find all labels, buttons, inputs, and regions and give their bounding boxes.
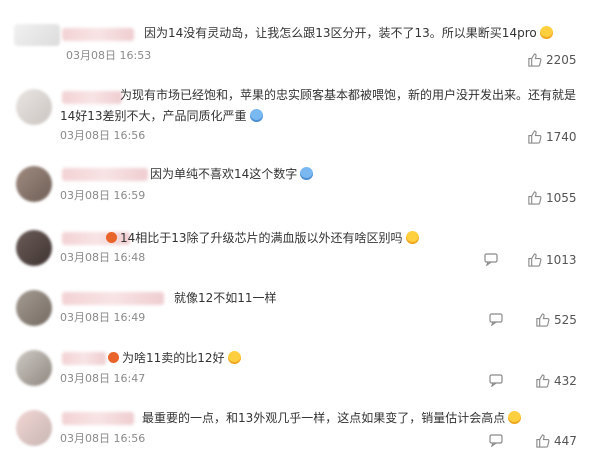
comment-time: 03月08日 16:59: [60, 189, 146, 202]
face-grin-icon: [539, 26, 553, 39]
face-grin-icon: [508, 411, 522, 424]
comment-time: 03月08日 16:47: [60, 372, 146, 385]
avatar[interactable]: [16, 230, 52, 266]
comment-icon[interactable]: [489, 373, 503, 387]
username[interactable]: [62, 352, 106, 365]
comment-text: 14相比于13除了升级芯片的满血版以外还有啥区别吗: [106, 228, 419, 249]
avatar[interactable]: [14, 24, 60, 46]
comment-item: 因为14没有灵动岛，让我怎么跟13区分开，装不了13。所以果断买14pro 03…: [0, 0, 600, 67]
comment-icon[interactable]: [489, 312, 503, 326]
face-laugh-icon: [249, 109, 263, 122]
comment-text: 因为单纯不喜欢14这个数字: [150, 164, 314, 185]
face-smirk-icon: [405, 231, 419, 244]
face-cover-icon: [300, 167, 314, 180]
like-count: 1740: [546, 130, 577, 144]
comment-text: 为现有市场已经饱和，苹果的忠实顾客基本都被喂饱，新的用户没开发出来。还有就是14…: [60, 88, 577, 123]
comment-time: 03月08日 16:49: [60, 311, 146, 324]
comment-icon[interactable]: [484, 252, 498, 266]
comment-icon[interactable]: [489, 433, 503, 447]
like-count: 432: [554, 374, 577, 388]
thumbs-up-icon[interactable]: [535, 373, 550, 388]
like-count: 447: [554, 434, 577, 448]
like-count: 1055: [546, 191, 577, 205]
username[interactable]: [62, 168, 148, 181]
thumbs-up-icon[interactable]: [527, 129, 542, 144]
avatar[interactable]: [16, 166, 52, 202]
thumbs-up-icon[interactable]: [527, 52, 542, 67]
comment-item: 就像12不如11一样 03月08日 16:49 525: [0, 284, 600, 334]
thumbs-up-icon[interactable]: [535, 312, 550, 327]
avatar[interactable]: [16, 290, 52, 326]
comment-text: 因为14没有灵动岛，让我怎么跟13区分开，装不了13。所以果断买14pro: [144, 23, 553, 44]
face-tears-joy-icon: [227, 351, 241, 364]
comment-time: 03月08日 16:48: [60, 251, 146, 264]
username[interactable]: [62, 292, 164, 305]
comment-time: 03月08日 16:56: [60, 129, 146, 142]
comment-time: 03月08日 16:56: [60, 432, 146, 445]
comment-text: 最重要的一点，和13外观几乎一样，这点如果变了，销量估计会高点: [142, 408, 522, 429]
comment-time: 03月08日 16:53: [66, 49, 152, 62]
like-count: 2205: [546, 53, 577, 67]
comment-item: 为啥11卖的比12好 03月08日 16:47 432: [0, 344, 600, 394]
thumbs-up-icon[interactable]: [535, 433, 550, 448]
badge-icon: [108, 352, 119, 363]
avatar[interactable]: [16, 410, 52, 446]
like-count: 1013: [546, 253, 577, 267]
comment-text: 就像12不如11一样: [174, 291, 277, 305]
comment-text: 为啥11卖的比12好: [108, 348, 241, 369]
comment-item: 为现有市场已经饱和，苹果的忠实顾客基本都被喂饱，新的用户没开发出来。还有就是14…: [0, 80, 600, 144]
comment-item: 最重要的一点，和13外观几乎一样，这点如果变了，销量估计会高点 03月08日 1…: [0, 404, 600, 457]
like-count: 525: [554, 313, 577, 327]
avatar[interactable]: [16, 350, 52, 386]
username[interactable]: [62, 412, 134, 425]
username[interactable]: [62, 28, 134, 41]
badge-icon: [106, 232, 117, 243]
comment-item: 14相比于13除了升级芯片的满血版以外还有啥区别吗 03月08日 16:48 1…: [0, 224, 600, 274]
comment-item: 因为单纯不喜欢14这个数字 03月08日 16:59 1055: [0, 160, 600, 210]
thumbs-up-icon[interactable]: [527, 190, 542, 205]
thumbs-up-icon[interactable]: [527, 252, 542, 267]
avatar[interactable]: [16, 89, 52, 125]
